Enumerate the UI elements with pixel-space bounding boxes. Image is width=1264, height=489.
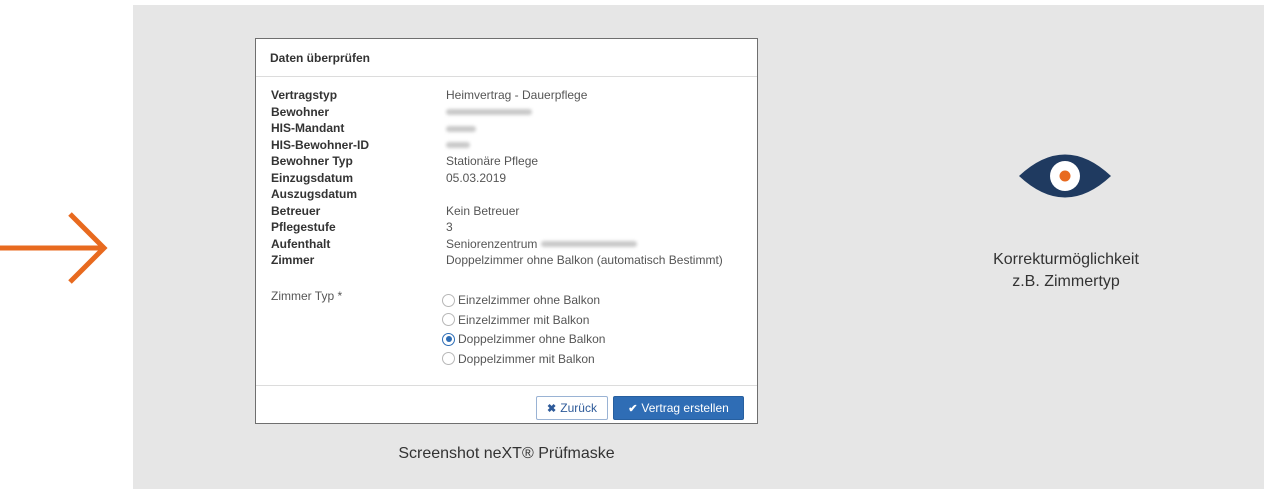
radio-button[interactable] [442,313,455,327]
detail-value: Stationäre Pflege [446,154,539,168]
detail-value: Heimvertrag - Dauerpflege [446,88,588,102]
detail-label: Zimmer [271,253,315,267]
radio-button-selected[interactable] [442,332,455,346]
detail-value: 3 [446,220,453,234]
arrow-right-icon [0,212,108,284]
room-type-radio-group: Einzelzimmer ohne Balkon Einzelzimmer mi… [442,289,605,370]
detail-label: HIS-Mandant [271,121,345,135]
detail-row: Auszugsdatum [271,186,723,203]
zimmer-typ-label: Zimmer Typ * [271,289,343,303]
room-option-label: Einzelzimmer ohne Balkon [458,293,601,308]
detail-label: HIS-Bewohner-ID [271,137,370,152]
detail-label: Vertragstyp [271,88,338,102]
correction-note: Korrekturmöglichkeit z.B. Zimmertyp [916,249,1216,293]
page: Daten überprüfen Vertragstyp Heimvertrag… [0,0,1264,489]
radio-button[interactable] [442,352,455,366]
detail-value-redacted [446,120,476,137]
detail-row: Zimmer Doppelzimmer ohne Balkon (automat… [271,252,723,269]
detail-row: HIS-Mandant [271,120,723,137]
content-panel: Daten überprüfen Vertragstyp Heimvertrag… [133,5,1264,489]
detail-label: Betreuer [271,203,321,218]
back-button[interactable]: ✖ Zurück [536,396,608,420]
detail-row: Einzugsdatum 05.03.2019 [271,170,723,187]
detail-label: Aufenthalt [271,236,331,251]
note-line-2: z.B. Zimmertyp [1012,273,1120,290]
room-option-label: Doppelzimmer mit Balkon [458,351,595,366]
detail-row: Pflegestufe 3 [271,219,723,236]
detail-list: Vertragstyp Heimvertrag - Dauerpflege Be… [271,87,723,269]
room-option-label: Doppelzimmer ohne Balkon [458,332,606,347]
detail-label: Auszugsdatum [271,187,358,201]
detail-label: Pflegestufe [271,220,336,234]
eye-icon [1019,154,1111,198]
detail-value-text: Seniorenzentrum [446,236,538,251]
detail-value: Doppelzimmer ohne Balkon (automatisch Be… [446,253,723,267]
detail-value: Kein Betreuer [446,203,520,218]
check-icon: ✔ [628,402,638,415]
back-button-label: Zurück [560,401,597,415]
room-option[interactable]: Doppelzimmer mit Balkon [442,348,605,371]
x-icon: ✖ [547,402,557,415]
detail-row: Vertragstyp Heimvertrag - Dauerpflege [271,87,723,104]
radio-button[interactable] [442,293,455,307]
note-line-1: Korrekturmöglichkeit [993,251,1139,268]
detail-row: Betreuer Kein Betreuer [271,203,723,220]
detail-label: Bewohner Typ [271,154,353,168]
detail-value-redacted [446,137,470,154]
screenshot-caption: Screenshot neXT® Prüfmaske [398,445,615,462]
detail-row: Bewohner [271,104,723,121]
dialog-title: Daten überprüfen [256,39,757,77]
detail-value: Seniorenzentrum [446,236,637,253]
create-contract-button[interactable]: ✔ Vertrag erstellen [613,396,744,420]
detail-value-redacted [446,104,532,121]
detail-row: Bewohner Typ Stationäre Pflege [271,153,723,170]
detail-row: HIS-Bewohner-ID [271,137,723,154]
create-button-label: Vertrag erstellen [641,401,729,415]
detail-row: Aufenthalt Seniorenzentrum [271,236,723,253]
detail-label: Einzugsdatum [271,170,354,185]
review-dialog: Daten überprüfen Vertragstyp Heimvertrag… [255,38,758,424]
detail-label: Bewohner [271,104,330,119]
dialog-footer-divider [256,385,757,386]
room-option-label: Einzelzimmer mit Balkon [458,312,590,327]
detail-value: 05.03.2019 [446,170,507,185]
